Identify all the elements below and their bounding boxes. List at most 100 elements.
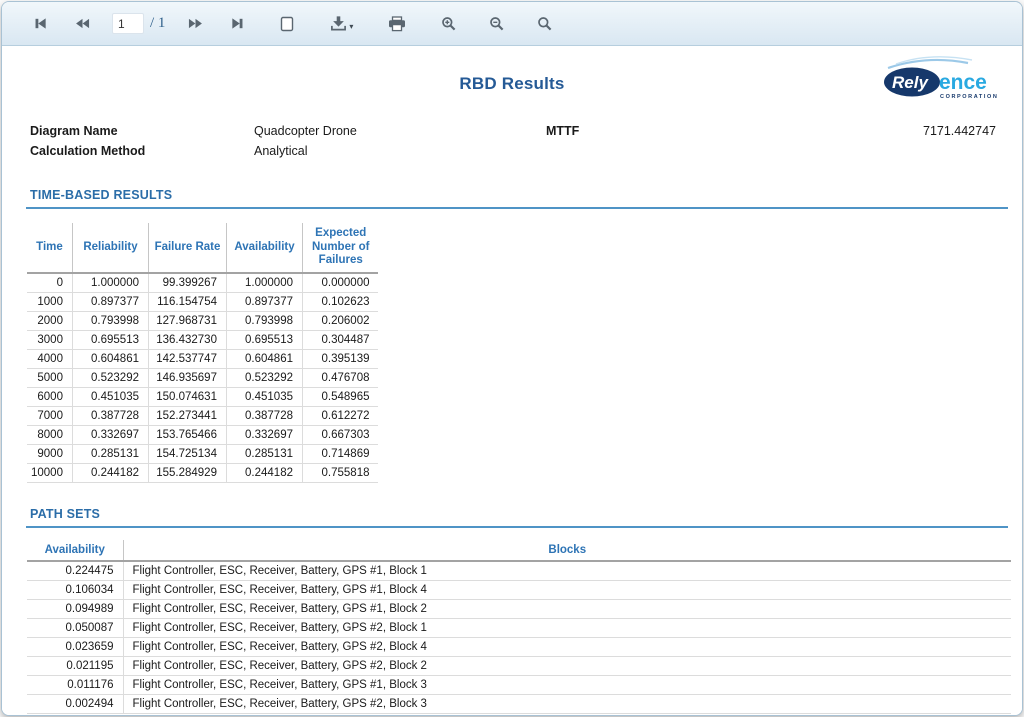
table-row: 40000.604861142.5377470.6048610.395139: [27, 349, 378, 368]
table-cell: 0.451035: [226, 387, 302, 406]
table-cell: 136.432730: [148, 330, 226, 349]
table-row: 0.011176Flight Controller, ESC, Receiver…: [27, 675, 1011, 694]
table-cell: 150.074631: [148, 387, 226, 406]
col-failure-rate: Failure Rate: [148, 223, 226, 273]
zoom-in-icon: [441, 16, 457, 32]
table-cell: 0.011176: [27, 675, 123, 694]
col-availability: Availability: [27, 540, 123, 561]
table-cell: 154.725134: [148, 444, 226, 463]
table-cell: 0.285131: [226, 444, 302, 463]
table-row: 0.094989Flight Controller, ESC, Receiver…: [27, 599, 1011, 618]
table-cell: 2000: [27, 311, 72, 330]
table-cell: 0.304487: [302, 330, 378, 349]
next-page-button[interactable]: [179, 9, 211, 39]
table-row: 50000.523292146.9356970.5232920.476708: [27, 368, 378, 387]
table-cell: 7000: [27, 406, 72, 425]
table-cell: 127.968731: [148, 311, 226, 330]
table-cell: 0.612272: [302, 406, 378, 425]
table-cell: Flight Controller, ESC, Receiver, Batter…: [123, 675, 1011, 694]
download-dropdown-caret-icon[interactable]: ▾: [349, 22, 353, 31]
table-cell: 1.000000: [226, 273, 302, 293]
table-row: 20000.793998127.9687310.7939980.206002: [27, 311, 378, 330]
table-cell: 0.476708: [302, 368, 378, 387]
table-cell: 0.332697: [226, 425, 302, 444]
diagram-name-value: Quadcopter Drone: [254, 124, 546, 138]
col-time: Time: [27, 223, 72, 273]
table-cell: Flight Controller, ESC, Receiver, Batter…: [123, 618, 1011, 637]
table-cell: 0.106034: [27, 580, 123, 599]
page-count-label: / 1: [150, 15, 165, 32]
table-cell: 0.604861: [226, 349, 302, 368]
first-page-button[interactable]: [24, 9, 56, 39]
table-cell: 152.273441: [148, 406, 226, 425]
relyence-logo: Rely ence CORPORATION: [882, 56, 1002, 109]
svg-text:CORPORATION: CORPORATION: [940, 94, 998, 100]
table-header-row: Availability Blocks: [27, 540, 1011, 561]
table-cell: Flight Controller, ESC, Receiver, Batter…: [123, 694, 1011, 713]
col-reliability: Reliability: [72, 223, 148, 273]
table-header-row: Time Reliability Failure Rate Availabili…: [27, 223, 378, 273]
previous-page-icon: [74, 16, 91, 31]
report-viewer-window: / 1 ▾: [1, 1, 1023, 716]
table-cell: 0.695513: [226, 330, 302, 349]
last-page-button[interactable]: [221, 9, 253, 39]
table-cell: 0.451035: [72, 387, 148, 406]
section-path-sets: PATH SETS: [26, 507, 1008, 528]
table-cell: 3000: [27, 330, 72, 349]
table-row: 80000.332697153.7654660.3326970.667303: [27, 425, 378, 444]
table-cell: 0.523292: [226, 368, 302, 387]
table-cell: 1.000000: [72, 273, 148, 293]
report-info: Diagram Name Quadcopter Drone MTTF 7171.…: [30, 124, 996, 158]
zoom-out-button[interactable]: [481, 9, 513, 39]
download-button[interactable]: ▾: [321, 9, 361, 39]
table-cell: 0.897377: [72, 292, 148, 311]
table-row: 0.224475Flight Controller, ESC, Receiver…: [27, 561, 1011, 581]
table-cell: 155.284929: [148, 463, 226, 482]
previous-page-button[interactable]: [66, 9, 98, 39]
viewer-toolbar: / 1 ▾: [2, 2, 1022, 46]
table-cell: 99.399267: [148, 273, 226, 293]
table-cell: 0.206002: [302, 311, 378, 330]
print-button[interactable]: [381, 9, 413, 39]
table-cell: 0.050087: [27, 618, 123, 637]
table-cell: 0.000000: [302, 273, 378, 293]
print-icon: [388, 16, 406, 32]
table-cell: 9000: [27, 444, 72, 463]
page-number-input[interactable]: [112, 13, 144, 34]
section-time-based-results: TIME-BASED RESULTS: [26, 188, 1008, 209]
single-page-view-button[interactable]: [271, 9, 303, 39]
table-row: 100000.244182155.2849290.2441820.755818: [27, 463, 378, 482]
table-cell: Flight Controller, ESC, Receiver, Batter…: [123, 561, 1011, 581]
table-cell: 0.667303: [302, 425, 378, 444]
table-cell: 0.523292: [72, 368, 148, 387]
page-title: RBD Results: [14, 46, 1010, 94]
table-cell: 8000: [27, 425, 72, 444]
table-cell: 0.332697: [72, 425, 148, 444]
table-cell: Flight Controller, ESC, Receiver, Batter…: [123, 599, 1011, 618]
table-row: 01.00000099.3992671.0000000.000000: [27, 273, 378, 293]
table-cell: 0.102623: [302, 292, 378, 311]
table-cell: 146.935697: [148, 368, 226, 387]
table-cell: 4000: [27, 349, 72, 368]
zoom-out-icon: [489, 16, 505, 32]
mttf-label: MTTF: [546, 124, 706, 138]
calculation-method-label: Calculation Method: [30, 144, 254, 158]
table-cell: 0.695513: [72, 330, 148, 349]
zoom-in-button[interactable]: [433, 9, 465, 39]
col-expected-failures: Expected Number of Failures: [302, 223, 378, 273]
table-cell: 153.765466: [148, 425, 226, 444]
table-cell: 0.002494: [27, 694, 123, 713]
table-cell: 6000: [27, 387, 72, 406]
table-cell: 0.793998: [226, 311, 302, 330]
table-cell: 0.604861: [72, 349, 148, 368]
table-cell: 0.387728: [226, 406, 302, 425]
table-cell: 0.897377: [226, 292, 302, 311]
table-row: 0.106034Flight Controller, ESC, Receiver…: [27, 580, 1011, 599]
svg-text:Rely: Rely: [892, 73, 929, 92]
table-row: 0.021195Flight Controller, ESC, Receiver…: [27, 656, 1011, 675]
zoom-button[interactable]: [529, 9, 561, 39]
table-row: 0.023659Flight Controller, ESC, Receiver…: [27, 637, 1011, 656]
table-cell: 0.224475: [27, 561, 123, 581]
table-cell: 116.154754: [148, 292, 226, 311]
table-cell: 1000: [27, 292, 72, 311]
